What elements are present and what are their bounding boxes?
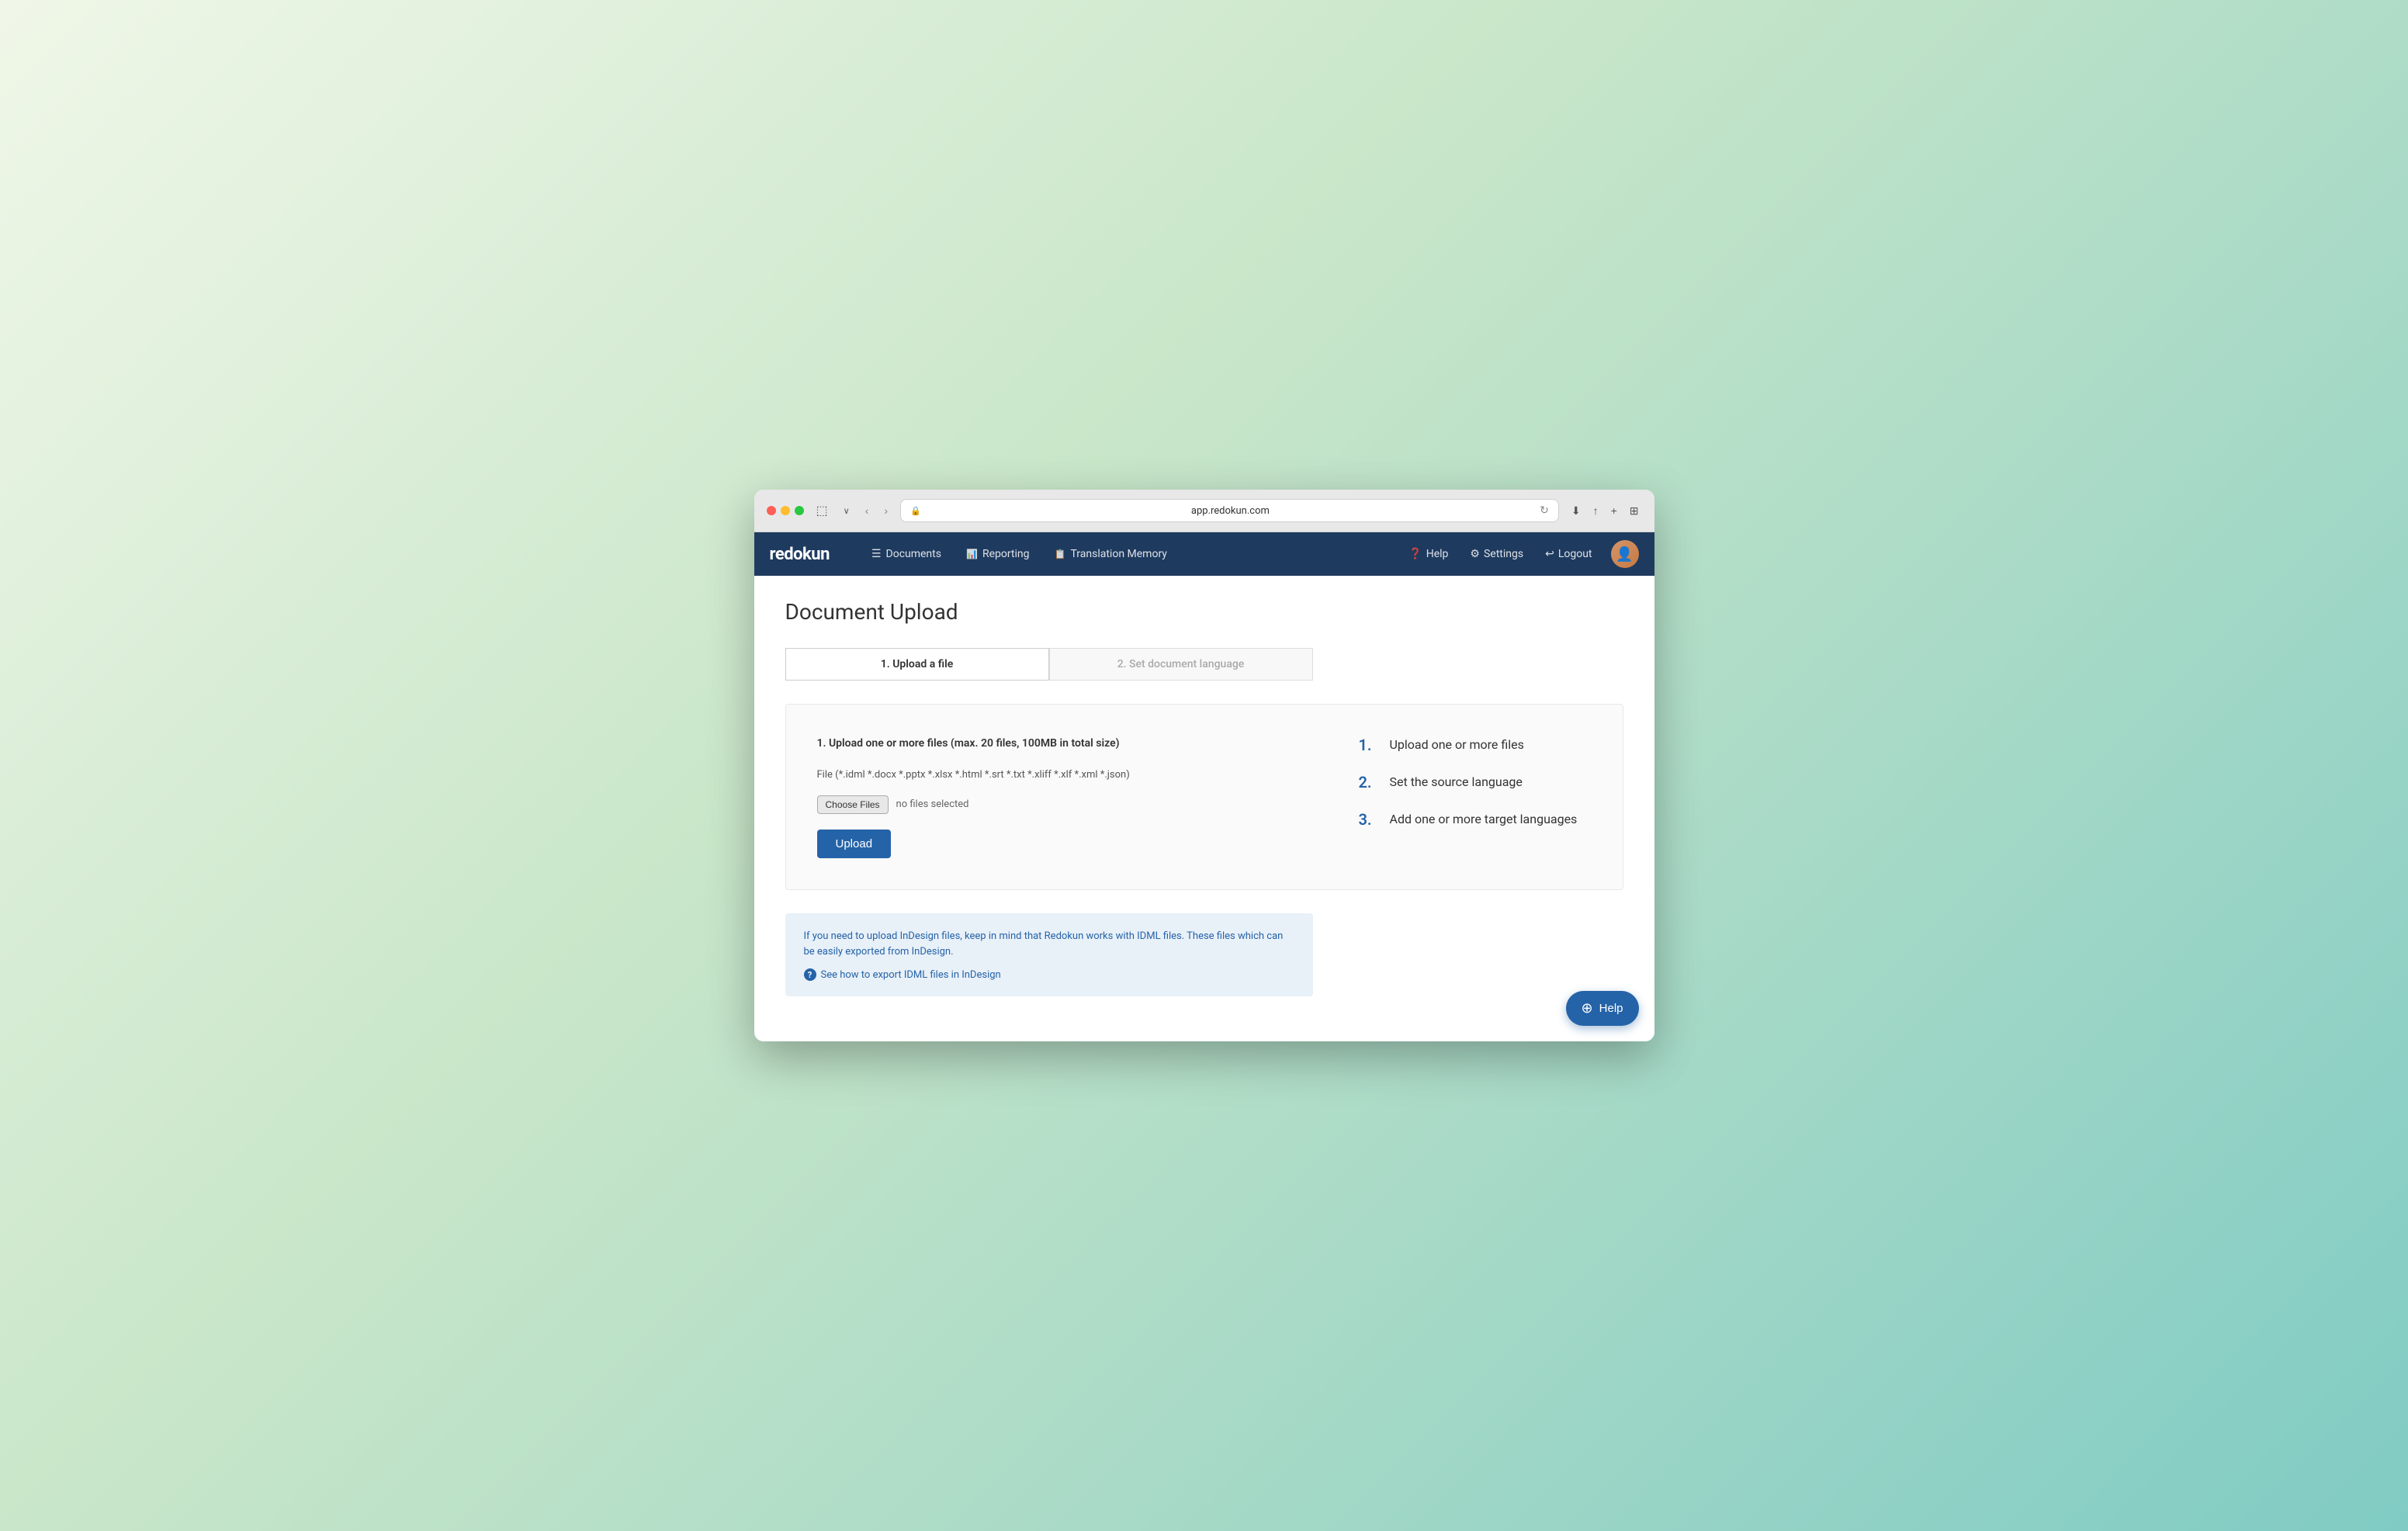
avatar-image: 👤 bbox=[1611, 540, 1639, 568]
translation-memory-icon: 📋 bbox=[1055, 549, 1066, 559]
reload-icon[interactable]: ↻ bbox=[1540, 504, 1549, 517]
nav-link-reporting[interactable]: 📊 Reporting bbox=[955, 542, 1041, 566]
instruction-item-1: 1. Upload one or more files bbox=[1359, 736, 1592, 754]
step-number-1: 1. bbox=[1359, 736, 1377, 754]
url-text: app.redokun.com bbox=[926, 505, 1535, 517]
info-box: If you need to upload InDesign files, ke… bbox=[785, 913, 1313, 997]
nav-help-label: Help bbox=[1426, 548, 1449, 560]
steps-bar: 1. Upload a file 2. Set document languag… bbox=[785, 648, 1313, 681]
upload-button[interactable]: Upload bbox=[817, 830, 892, 858]
instruction-item-2: 2. Set the source language bbox=[1359, 773, 1592, 791]
step-text-3: Add one or more target languages bbox=[1390, 810, 1578, 826]
sidebar-toggle-button[interactable]: ⬚ bbox=[813, 501, 831, 520]
share-icon[interactable]: ↑ bbox=[1590, 503, 1602, 518]
file-input-row: Choose Files no files selected bbox=[817, 795, 1312, 814]
choose-files-button[interactable]: Choose Files bbox=[817, 795, 889, 814]
step-number-3: 3. bbox=[1359, 810, 1377, 829]
nav-link-documents[interactable]: ☰ Documents bbox=[861, 542, 952, 566]
back-button[interactable]: ‹ bbox=[862, 503, 872, 518]
no-files-text: no files selected bbox=[896, 798, 969, 810]
nav-link-translation-memory[interactable]: 📋 Translation Memory bbox=[1044, 542, 1178, 566]
close-button[interactable] bbox=[767, 506, 776, 515]
file-types-label: File (*.idml *.docx *.pptx *.xlsx *.html… bbox=[817, 767, 1312, 783]
upload-left: 1. Upload one or more files (max. 20 fil… bbox=[817, 736, 1312, 858]
nav-label-reporting: Reporting bbox=[982, 548, 1030, 560]
forward-button[interactable]: › bbox=[881, 503, 891, 518]
nav-settings-label: Settings bbox=[1484, 548, 1523, 560]
nav-right: ❓ Help ⚙ Settings ↩ Logout 👤 bbox=[1399, 540, 1638, 568]
navbar: redokun ☰ Documents 📊 Reporting 📋 Transl… bbox=[754, 532, 1654, 576]
help-fab-button[interactable]: ⊕ Help bbox=[1566, 991, 1639, 1026]
grid-view-icon[interactable]: ⊞ bbox=[1627, 503, 1642, 519]
step-text-2: Set the source language bbox=[1390, 773, 1523, 789]
page-title: Document Upload bbox=[785, 599, 1623, 625]
gear-icon: ⚙ bbox=[1470, 548, 1480, 560]
question-circle-icon: ? bbox=[804, 968, 816, 981]
info-text: If you need to upload InDesign files, ke… bbox=[804, 929, 1294, 961]
main-content: Document Upload 1. Upload a file 2. Set … bbox=[754, 576, 1654, 1041]
browser-window: ⬚ ∨ ‹ › 🔒 app.redokun.com ↻ ⬇ ↑ + ⊞ redo… bbox=[754, 490, 1654, 1041]
lock-icon: 🔒 bbox=[910, 506, 921, 516]
help-fab-label: Help bbox=[1599, 1002, 1623, 1015]
avatar[interactable]: 👤 bbox=[1611, 540, 1639, 568]
upload-right: 1. Upload one or more files 2. Set the s… bbox=[1359, 736, 1592, 858]
nav-links: ☰ Documents 📊 Reporting 📋 Translation Me… bbox=[861, 542, 1399, 566]
step-number-2: 2. bbox=[1359, 773, 1377, 791]
address-bar[interactable]: 🔒 app.redokun.com ↻ bbox=[900, 499, 1559, 522]
idml-help-link[interactable]: ? See how to export IDML files in InDesi… bbox=[804, 968, 1294, 981]
traffic-lights bbox=[767, 506, 804, 515]
step-tab-2[interactable]: 2. Set document language bbox=[1049, 648, 1313, 681]
step-tab-1[interactable]: 1. Upload a file bbox=[785, 648, 1049, 681]
step-text-1: Upload one or more files bbox=[1390, 736, 1524, 752]
chevron-down-icon[interactable]: ∨ bbox=[840, 504, 853, 518]
nav-settings-link[interactable]: ⚙ Settings bbox=[1460, 542, 1533, 566]
instruction-item-3: 3. Add one or more target languages bbox=[1359, 810, 1592, 829]
minimize-button[interactable] bbox=[781, 506, 790, 515]
logout-icon: ↩ bbox=[1545, 548, 1554, 560]
new-tab-icon[interactable]: + bbox=[1608, 503, 1620, 518]
nav-help-link[interactable]: ❓ Help bbox=[1399, 542, 1457, 566]
documents-icon: ☰ bbox=[871, 548, 882, 560]
nav-logout-link[interactable]: ↩ Logout bbox=[1536, 542, 1601, 566]
nav-logout-label: Logout bbox=[1558, 548, 1592, 560]
browser-actions: ⬇ ↑ + ⊞ bbox=[1568, 503, 1642, 519]
maximize-button[interactable] bbox=[795, 506, 804, 515]
content-wrapper: Document Upload 1. Upload a file 2. Set … bbox=[754, 576, 1654, 1041]
nav-label-translation-memory: Translation Memory bbox=[1070, 548, 1166, 560]
help-icon: ❓ bbox=[1408, 548, 1422, 560]
idml-help-link-text: See how to export IDML files in InDesign bbox=[821, 969, 1001, 981]
browser-chrome: ⬚ ∨ ‹ › 🔒 app.redokun.com ↻ ⬇ ↑ + ⊞ bbox=[754, 490, 1654, 532]
download-icon[interactable]: ⬇ bbox=[1568, 503, 1584, 519]
upload-description: 1. Upload one or more files (max. 20 fil… bbox=[817, 736, 1312, 752]
upload-container: 1. Upload one or more files (max. 20 fil… bbox=[785, 704, 1623, 890]
reporting-icon: 📊 bbox=[966, 549, 978, 559]
lifering-icon: ⊕ bbox=[1582, 1000, 1593, 1017]
nav-label-documents: Documents bbox=[886, 548, 941, 560]
instructions-list: 1. Upload one or more files 2. Set the s… bbox=[1359, 736, 1592, 829]
brand-logo[interactable]: redokun bbox=[770, 545, 830, 564]
